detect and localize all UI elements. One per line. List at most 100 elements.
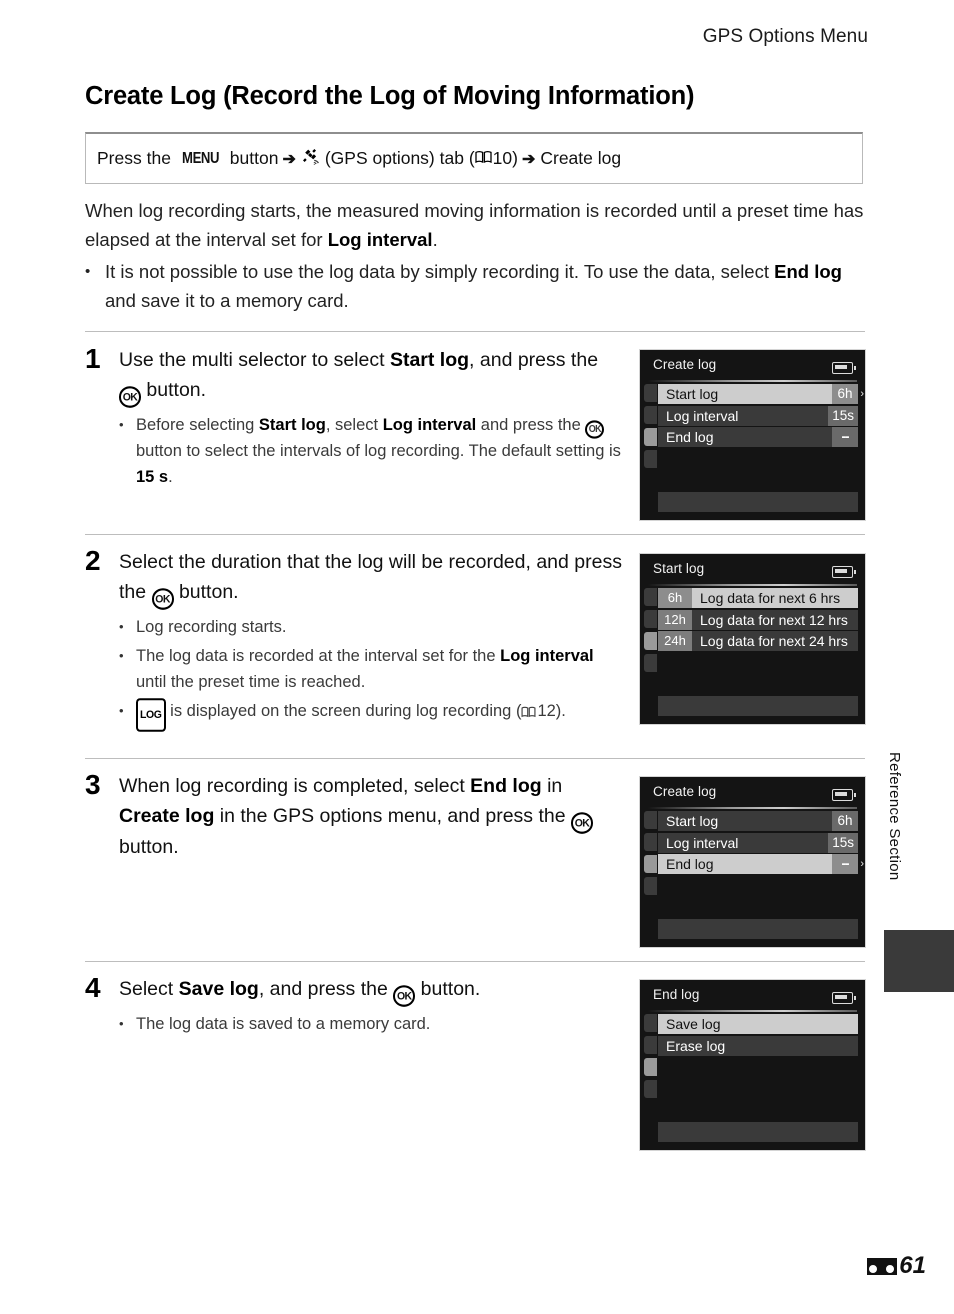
arrow-right-icon-2: ➔ — [521, 150, 536, 168]
option-row-12h[interactable]: 12h Log data for next 12 hrs — [658, 609, 858, 630]
menu-row-start-log[interactable]: Start log 6h — [658, 811, 858, 831]
menu-tab[interactable] — [644, 1036, 657, 1054]
bullet-dot-icon: • — [119, 703, 124, 718]
screen-bottom-bar — [658, 696, 858, 716]
screen-tab-strip — [644, 811, 658, 899]
intro-bullet-text: It is not possible to use the log data b… — [105, 257, 865, 315]
menu-row-end-log[interactable]: End log -- — [658, 427, 858, 447]
step-3-body: When log recording is completed, select … — [119, 771, 625, 862]
menu-tab-active[interactable] — [644, 632, 657, 650]
step-2-sub-3: • LOG is displayed on the screen during … — [119, 698, 625, 732]
menu-row-value: 15s — [828, 405, 858, 426]
step-1-head-pre: Use the multi selector to select — [119, 349, 390, 371]
intro-text-a-end: . — [432, 229, 438, 250]
intro-bold-log-interval: Log interval — [327, 229, 433, 250]
s2s2-pre: The log data is recorded at the interval… — [136, 647, 501, 665]
step-1-head-mid: , and press the — [469, 349, 599, 371]
step-2-sub-3-text: LOG is displayed on the screen during lo… — [136, 698, 625, 732]
screen-title: Create log — [653, 784, 717, 799]
intro-text-a: When log recording starts, the measured … — [85, 200, 864, 250]
step-1-head-bold: Start log — [389, 349, 470, 371]
path-destination: Create log — [540, 148, 622, 168]
menu-row-value: -- — [832, 427, 858, 447]
option-row-24h[interactable]: 24h Log data for next 24 hrs — [658, 631, 858, 651]
screen-end-log-options: End log Save log Erase log — [639, 979, 866, 1151]
menu-row-log-interval[interactable]: Log interval 15s — [658, 405, 858, 426]
menu-tab[interactable] — [644, 877, 657, 895]
menu-button-glyph: MENU — [181, 149, 219, 167]
step-2-sub-2: • The log data is recorded at the interv… — [119, 643, 625, 695]
divider-2 — [85, 534, 865, 535]
s1s1-mid2: and press the — [476, 416, 586, 434]
step-2-sub-2-text: The log data is recorded at the interval… — [136, 643, 625, 695]
menu-tab-active[interactable] — [644, 855, 657, 873]
menu-row-start-log[interactable]: Start log 6h › — [658, 384, 864, 404]
battery-icon — [832, 992, 856, 1004]
step-1-number: 1 — [85, 343, 101, 374]
step-2-sublist: • Log recording starts. • The log data i… — [119, 614, 625, 732]
menu-row-erase-log[interactable]: Erase log — [658, 1035, 858, 1056]
screen-list: 6h Log data for next 6 hrs 12h Log data fo… — [658, 588, 858, 653]
menu-tab-active[interactable] — [644, 428, 657, 446]
s1s1-b2: Log interval — [382, 416, 477, 434]
book-icon — [521, 700, 536, 726]
step-1-body: Use the multi selector to select Start l… — [119, 345, 625, 493]
step-1-heading: Use the multi selector to select Start l… — [119, 345, 625, 407]
intro-bullet-pre: It is not possible to use the log data b… — [105, 261, 775, 282]
option-label: Log data for next 6 hrs — [700, 590, 841, 606]
menu-tab[interactable] — [644, 384, 657, 402]
menu-row-label: End log — [666, 856, 714, 872]
step-1-sub-1-text: Before selecting Start log, select Log i… — [136, 412, 625, 490]
menu-row-end-log[interactable]: End log -- › — [658, 854, 864, 874]
path-button-word: button — [229, 148, 279, 168]
menu-tab[interactable] — [644, 450, 657, 468]
step-4-sublist: • The log data is saved to a memory card… — [119, 1011, 625, 1037]
screen-bottom-bar — [658, 919, 858, 939]
step-4-head-mid: , and press the — [258, 978, 394, 1000]
screen-divider — [648, 584, 857, 586]
ok-button-icon: OK — [571, 811, 593, 833]
screen-divider — [648, 807, 857, 809]
satellite-icon — [302, 148, 321, 170]
side-section-label: Reference Section — [886, 752, 903, 881]
arrow-right-icon: ➔ — [282, 150, 296, 168]
screen-start-log-options: Start log 6h Log data for next 6 hrs 12h L… — [639, 553, 866, 725]
s2s2-b1: Log interval — [500, 647, 594, 665]
menu-tab[interactable] — [644, 406, 657, 424]
step-2-sub-1: • Log recording starts. — [119, 614, 625, 640]
divider-3 — [85, 758, 865, 759]
step-3-head-bold: End log — [470, 775, 542, 797]
s1s1-mid3: button to select the intervals of log re… — [136, 442, 621, 460]
option-badge: 12h — [658, 609, 692, 630]
menu-row-value: 6h — [832, 811, 858, 831]
menu-row-log-interval[interactable]: Log interval 15s — [658, 832, 858, 853]
menu-tab[interactable] — [644, 1014, 657, 1032]
page-number-value: 61 — [899, 1252, 926, 1279]
menu-tab[interactable] — [644, 610, 657, 628]
step-4-head-bold: Save log — [178, 978, 259, 1000]
path-press-label: Press the — [97, 148, 171, 168]
battery-icon — [832, 362, 856, 374]
menu-tab[interactable] — [644, 1080, 657, 1098]
screen-title: Create log — [653, 357, 717, 372]
menu-row-save-log[interactable]: Save log — [658, 1014, 858, 1034]
menu-tab[interactable] — [644, 811, 657, 829]
step-1-sub-1: • Before selecting Start log, select Log… — [119, 412, 625, 490]
menu-row-label: End log — [666, 429, 714, 445]
step-1-sublist: • Before selecting Start log, select Log… — [119, 412, 625, 490]
manual-page: GPS Options Menu Create Log (Record the … — [0, 0, 954, 1314]
screen-list: Start log 6h › Log interval 15s End log … — [658, 384, 864, 449]
step-1-head-end: button. — [141, 379, 207, 401]
intro-bullet-end: and save it to a memory card. — [105, 290, 349, 311]
book-icon — [475, 148, 492, 169]
menu-tab[interactable] — [644, 588, 657, 606]
option-label: Log data for next 12 hrs — [700, 611, 848, 628]
divider-1 — [85, 331, 865, 332]
menu-row-label: Log interval — [666, 407, 739, 424]
menu-tab[interactable] — [644, 833, 657, 851]
intro-block: When log recording starts, the measured … — [85, 196, 865, 315]
menu-tab-active[interactable] — [644, 1058, 657, 1076]
option-row-6h[interactable]: 6h Log data for next 6 hrs — [658, 588, 858, 608]
menu-tab[interactable] — [644, 654, 657, 672]
intro-bullet-bold-end-log: End log — [774, 261, 842, 282]
